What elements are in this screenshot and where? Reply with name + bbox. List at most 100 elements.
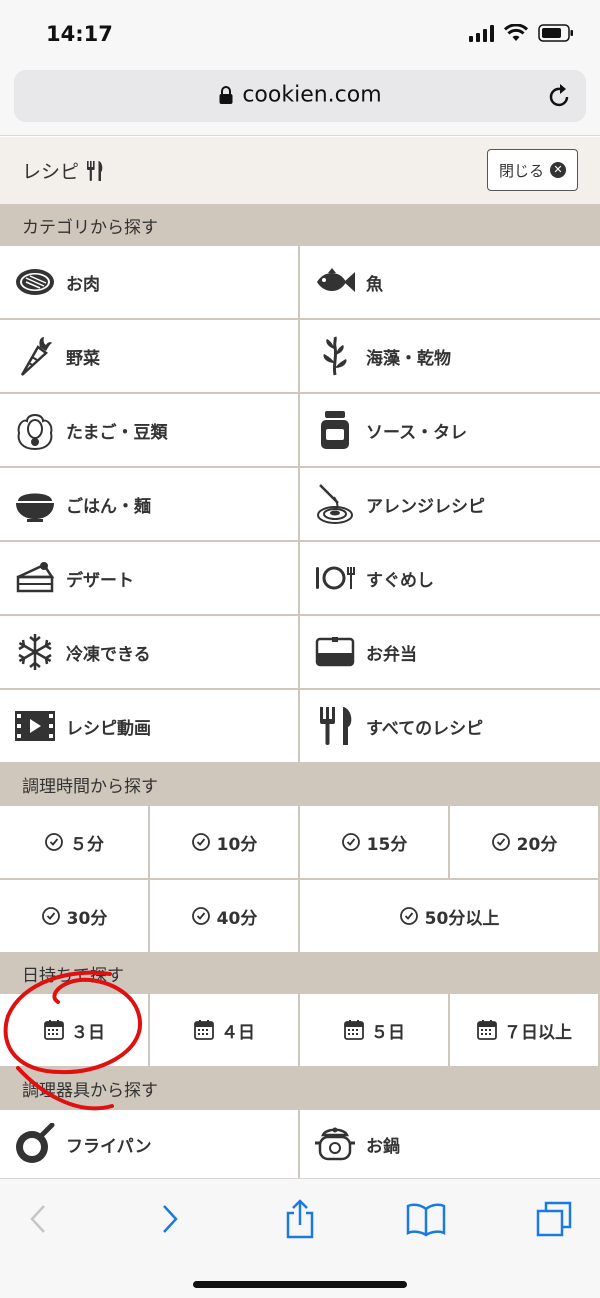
- forward-button[interactable]: [150, 1199, 190, 1239]
- category-label: 冷凍できる: [66, 644, 151, 665]
- keep-days-3[interactable]: ３日: [0, 994, 148, 1066]
- egg-icon: [14, 409, 56, 451]
- carrot-icon: [14, 335, 56, 377]
- section-tools-header: 調理器具から探す: [0, 1066, 600, 1110]
- close-label: 閉じる: [498, 161, 544, 180]
- clock-icon: [491, 833, 510, 851]
- section-cook-time-header: 調理時間から探す: [0, 762, 600, 806]
- category-label: 魚: [366, 274, 383, 295]
- category-fish[interactable]: 魚: [300, 246, 600, 318]
- category-label: 海藻・乾物: [366, 348, 451, 369]
- category-sauce[interactable]: ソース・タレ: [300, 394, 600, 466]
- close-button[interactable]: 閉じる ✕: [487, 149, 578, 191]
- category-label: お弁当: [366, 644, 417, 665]
- calendar-icon: [194, 1020, 214, 1040]
- clock-icon: [399, 907, 418, 925]
- menu-header: レシピ 閉じる ✕: [0, 137, 600, 204]
- reload-icon[interactable]: [548, 82, 572, 110]
- section-keep-days-header: 日持ちで探す: [0, 952, 600, 994]
- url-text: cookien.com: [242, 82, 382, 108]
- clock-icon: [191, 833, 210, 851]
- tabs-button[interactable]: [534, 1199, 574, 1239]
- back-button[interactable]: [18, 1199, 58, 1239]
- cutlery-icon: [314, 705, 356, 747]
- keep-days-5[interactable]: ５日: [300, 994, 448, 1066]
- category-seaweed[interactable]: 海藻・乾物: [300, 320, 600, 392]
- category-quick-meals[interactable]: すぐめし: [300, 542, 600, 614]
- category-freezable[interactable]: 冷凍できる: [0, 616, 298, 688]
- battery-icon: [538, 24, 573, 42]
- lock-icon: [219, 86, 233, 104]
- cook-time-50min-plus[interactable]: 50分以上: [300, 880, 598, 952]
- category-meat[interactable]: お肉: [0, 246, 298, 318]
- category-recipe-videos[interactable]: レシピ動画: [0, 690, 298, 762]
- cook-time-40min[interactable]: 40分: [150, 880, 298, 952]
- category-label: デザート: [66, 570, 134, 591]
- pasta-icon: [314, 483, 356, 525]
- category-label: ごはん・麺: [66, 496, 151, 517]
- snowflake-icon: [14, 631, 56, 673]
- cake-icon: [14, 557, 56, 599]
- share-icon: [286, 1199, 314, 1239]
- chevron-left-icon: [30, 1205, 45, 1233]
- category-label: すぐめし: [366, 570, 434, 591]
- chevron-right-icon: [163, 1205, 178, 1233]
- category-label: お肉: [66, 274, 100, 295]
- film-icon: [14, 705, 56, 747]
- section-category-header: カテゴリから探す: [0, 204, 600, 246]
- keep-days-4[interactable]: ４日: [150, 994, 298, 1066]
- keep-days-7-plus[interactable]: ７日以上: [450, 994, 598, 1066]
- menu-title: レシピ: [22, 161, 80, 183]
- tool-label: お鍋: [366, 1136, 400, 1157]
- category-grid: お肉 魚 野菜 海藻・乾物 たまご・豆類 ソース・タレ ごはん・麺 アレンジレシ…: [0, 246, 600, 762]
- tool-pot[interactable]: お鍋: [300, 1110, 600, 1178]
- seaweed-icon: [314, 335, 356, 377]
- cook-time-5min[interactable]: ５分: [0, 806, 148, 878]
- cellular-signal-icon: [469, 24, 494, 42]
- calendar-icon: [477, 1020, 497, 1040]
- wifi-icon: [504, 24, 528, 41]
- rice-bowl-icon: [14, 483, 56, 525]
- clock-icon: [45, 833, 63, 851]
- close-icon: ✕: [550, 162, 566, 178]
- category-rice-noodles[interactable]: ごはん・麺: [0, 468, 298, 540]
- clock-icon: [191, 907, 210, 925]
- cook-time-10min[interactable]: 10分: [150, 806, 298, 878]
- frying-pan-icon: [14, 1123, 56, 1165]
- address-bar-area: cookien.com: [0, 70, 600, 136]
- keep-days-grid: ３日 ４日 ５日 ７日以上: [0, 994, 600, 1066]
- fork-knife-icon: [87, 160, 103, 181]
- category-label: たまご・豆類: [66, 422, 168, 443]
- jar-icon: [314, 409, 356, 451]
- category-label: アレンジレシピ: [366, 496, 485, 517]
- address-bar[interactable]: cookien.com: [14, 70, 586, 122]
- cook-time-20min[interactable]: 20分: [450, 806, 598, 878]
- clock-icon: [41, 907, 60, 925]
- book-icon: [406, 1203, 446, 1237]
- category-arrange[interactable]: アレンジレシピ: [300, 468, 600, 540]
- category-label: すべてのレシピ: [366, 718, 484, 739]
- status-time: 14:17: [46, 22, 113, 46]
- category-dessert[interactable]: デザート: [0, 542, 298, 614]
- bookmarks-button[interactable]: [406, 1199, 446, 1239]
- calendar-icon: [44, 1020, 64, 1040]
- cook-time-grid: ５分 10分 15分 20分 30分 40分 50分以上: [0, 806, 600, 952]
- category-label: 野菜: [66, 348, 100, 369]
- category-label: レシピ動画: [66, 718, 151, 739]
- tool-label: フライパン: [66, 1136, 152, 1157]
- cook-time-30min[interactable]: 30分: [0, 880, 148, 952]
- meat-icon: [14, 261, 56, 303]
- plate-icon: [314, 557, 356, 599]
- category-egg-beans[interactable]: たまご・豆類: [0, 394, 298, 466]
- category-bento[interactable]: お弁当: [300, 616, 600, 688]
- pot-icon: [314, 1123, 356, 1165]
- cook-time-15min[interactable]: 15分: [300, 806, 448, 878]
- category-vegetables[interactable]: 野菜: [0, 320, 298, 392]
- tool-frying-pan[interactable]: フライパン: [0, 1110, 298, 1178]
- fish-icon: [314, 261, 356, 303]
- share-button[interactable]: [280, 1199, 320, 1239]
- home-indicator: [193, 1281, 407, 1288]
- category-label: ソース・タレ: [366, 422, 468, 443]
- bento-icon: [314, 631, 356, 673]
- category-all-recipes[interactable]: すべてのレシピ: [300, 690, 600, 762]
